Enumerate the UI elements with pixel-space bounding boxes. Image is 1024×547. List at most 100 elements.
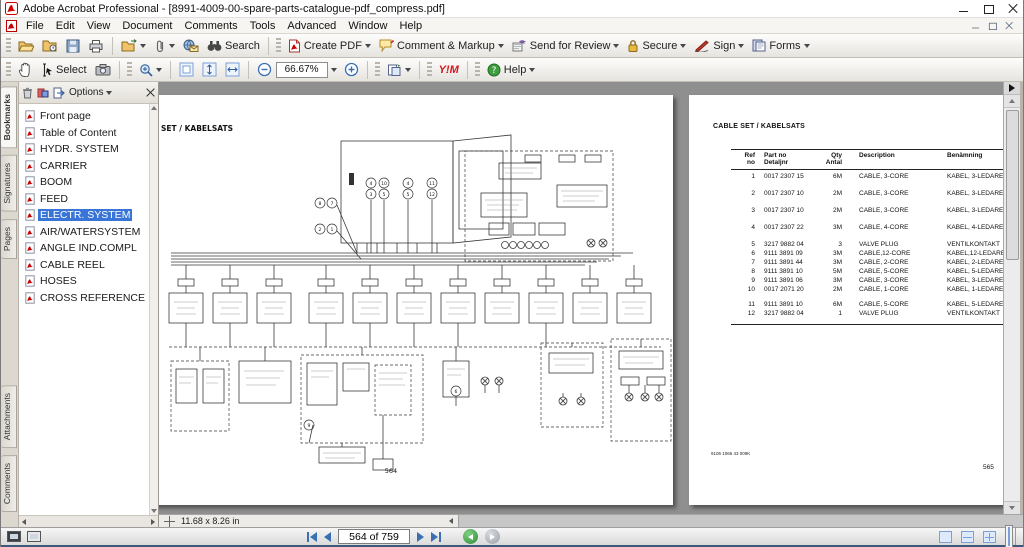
nav-tab[interactable]: Attachments [1,385,17,448]
messenger-button[interactable]: Y!M [435,59,463,80]
bookmark-item[interactable]: AIR/WATERSYSTEM [25,224,149,241]
sign-button[interactable]: Sign [690,35,748,56]
nav-tab[interactable]: Signatures [1,155,17,212]
bookmark-item[interactable]: CROSS REFERENCE [25,290,149,307]
close-button[interactable] [1008,4,1019,14]
minimize-button[interactable] [958,4,969,14]
scroll-up-button[interactable] [1004,95,1020,108]
send-review-button[interactable]: Send for Review [508,35,624,56]
toolbar-grip[interactable] [127,62,132,78]
window-mode-icon[interactable] [27,531,41,542]
facing-button[interactable] [1005,525,1013,547]
export-button[interactable] [117,35,150,56]
menu-item[interactable]: View [81,19,117,33]
actual-size-button[interactable] [175,59,198,80]
nav-tab[interactable]: Comments [1,455,17,512]
next-view-button[interactable] [485,529,500,544]
vertical-scrollbar[interactable] [1003,82,1020,514]
hand-tool-button[interactable] [14,59,36,80]
select-tool-button[interactable]: Select [36,59,91,80]
zoom-dropdown-caret-icon[interactable] [331,68,337,72]
create-pdf-button[interactable]: Create PDF [284,35,375,56]
bookmark-item[interactable]: BOOM [25,174,149,191]
last-page-button[interactable] [431,532,441,542]
fit-width-button[interactable] [221,59,244,80]
forms-button[interactable]: Forms [748,35,813,56]
email-button[interactable] [179,35,203,56]
svg-text:9: 9 [308,423,311,429]
save-button[interactable] [62,35,84,56]
menu-item[interactable]: Tools [244,19,282,33]
menu-item[interactable]: File [20,19,50,33]
zoom-out-button[interactable] [253,59,276,80]
panel-horizontal-scrollbar[interactable] [19,515,158,527]
parts-table: Refno Part noDetaljnr QtyAntal Descripti… [731,149,1003,325]
close-panel-button[interactable] [146,88,155,97]
snapshot-tool-button[interactable] [91,59,115,80]
single-page-button[interactable] [939,531,952,543]
print-button[interactable] [84,35,108,56]
menu-item[interactable]: Advanced [281,19,342,33]
doc-close-button[interactable] [1005,22,1014,30]
attach-button[interactable] [150,35,179,56]
bookmark-item[interactable]: CARRIER [25,158,149,175]
delete-bookmark-icon[interactable] [22,87,33,99]
pane-toggle-button[interactable] [1004,82,1020,95]
help-button[interactable]: ? Help [483,59,540,80]
menu-item[interactable]: Edit [50,19,81,33]
toolbar-grip[interactable] [427,62,432,78]
secure-button[interactable]: Secure [623,35,690,56]
bookmark-item[interactable]: Table of Content [25,125,149,142]
organizer-button[interactable] [38,35,62,56]
pdf-bookmark-icon [25,242,35,254]
doc-restore-button[interactable] [988,22,997,30]
open-button[interactable] [14,35,38,56]
bookmark-item[interactable]: ELECTR. SYSTEM [25,207,149,224]
continuous-button[interactable] [961,531,974,543]
bookmark-item[interactable]: CABLE REEL [25,257,149,274]
toolbar-grip[interactable] [6,38,11,54]
toolbar-grip[interactable] [276,38,281,54]
zoom-level-input[interactable]: 66.67% [276,62,328,78]
previous-view-button[interactable] [463,529,478,544]
menu-item[interactable]: Help [393,19,428,33]
menu-item[interactable]: Document [116,19,178,33]
maximize-button[interactable] [983,4,994,14]
scrollbar-thumb[interactable] [1006,110,1019,260]
bookmark-item[interactable]: FEED [25,191,149,208]
panel-scrollbar[interactable] [149,104,158,515]
menu-item[interactable]: Window [342,19,393,33]
expand-bookmark-icon[interactable] [37,87,49,99]
search-button[interactable]: Search [203,35,264,56]
bookmark-item[interactable]: HOSES [25,273,149,290]
zoom-tool-button[interactable] [135,59,166,80]
menu-item[interactable]: Comments [179,19,244,33]
bookmark-item[interactable]: Front page [25,108,149,125]
nav-tab[interactable]: Bookmarks [1,86,17,148]
toolbar-grip[interactable] [6,62,11,78]
bookmark-item[interactable]: HYDR. SYSTEM [25,141,149,158]
zoom-in-button[interactable] [340,59,363,80]
svg-text:8: 8 [319,201,322,207]
previous-page-button[interactable] [324,532,331,542]
reading-mode-icon[interactable] [7,531,21,542]
options-menu-button[interactable]: Options [69,87,112,98]
bookmark-item[interactable]: ANGLE IND.COMPL [25,240,149,257]
page-display-button[interactable] [383,59,415,80]
page-number-input[interactable] [338,529,410,544]
scroll-left-icon[interactable] [449,518,453,524]
page-size-readout: 11.68 x 8.26 in [159,515,459,527]
bookmark-label: AIR/WATERSYSTEM [38,226,142,238]
scroll-down-button[interactable] [1004,501,1020,514]
toolbar-grip[interactable] [375,62,380,78]
document-viewport[interactable]: SET / KABELSATS [159,82,1003,514]
goto-bookmark-icon[interactable] [53,87,65,99]
comment-markup-button[interactable]: Comment & Markup [375,35,508,56]
toolbar-grip[interactable] [475,62,480,78]
first-page-button[interactable] [307,532,317,542]
nav-tab[interactable]: Pages [1,219,17,259]
doc-minimize-button[interactable] [971,22,980,30]
next-page-button[interactable] [417,532,424,542]
fit-page-button[interactable] [198,59,221,80]
continuous-facing-button[interactable] [983,531,996,543]
